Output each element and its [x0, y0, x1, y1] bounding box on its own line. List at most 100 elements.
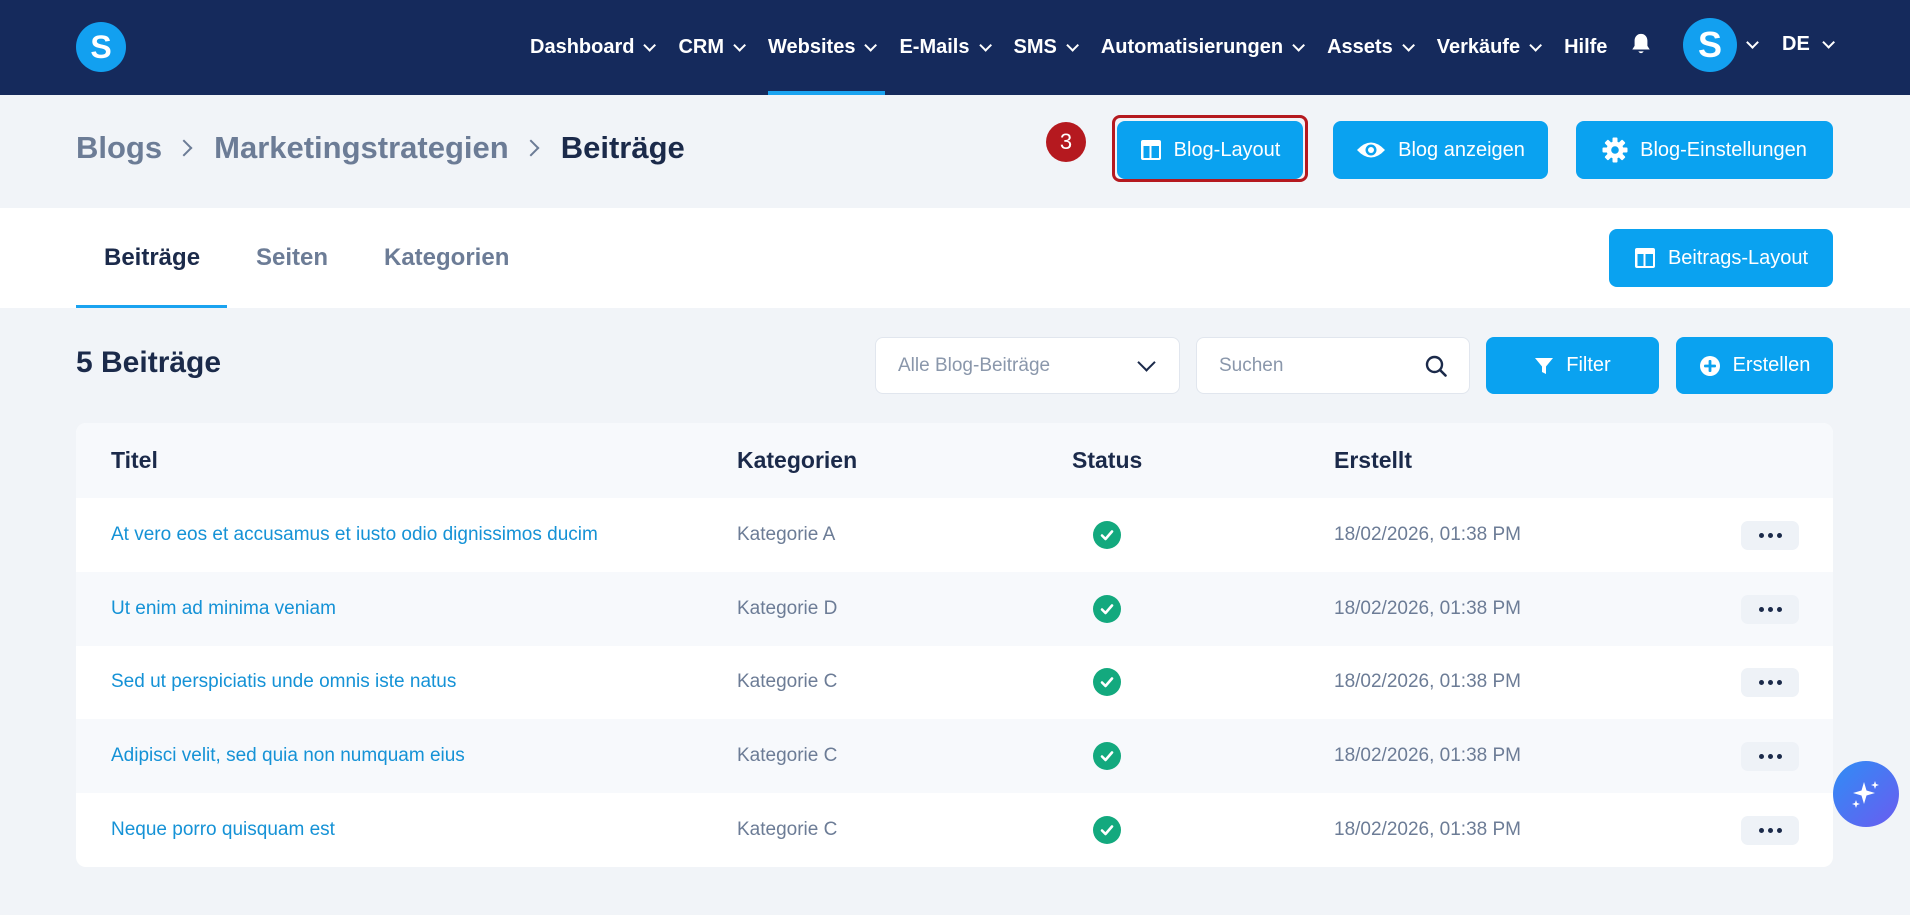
more-horizontal-icon	[1758, 680, 1764, 685]
chevron-down-icon	[1066, 39, 1079, 52]
nav-item-label: Assets	[1327, 36, 1393, 58]
table-row: Adipisci velit, sed quia non numquam eiu…	[76, 719, 1833, 793]
post-category: Kategorie C	[737, 671, 838, 692]
more-horizontal-icon	[1758, 754, 1764, 759]
chevron-down-icon	[1137, 353, 1156, 372]
table-header: Titel Kategorien Status Erstellt	[76, 423, 1833, 498]
nav-item-label: SMS	[1013, 36, 1057, 58]
search-icon[interactable]	[1425, 355, 1447, 377]
post-title-link[interactable]: Adipisci velit, sed quia non numquam eiu…	[111, 719, 465, 793]
chevron-down-icon	[643, 39, 657, 52]
nav-item-label: Hilfe	[1564, 36, 1608, 58]
post-filter-select[interactable]: Alle Blog-Beiträge	[875, 337, 1180, 394]
chevron-down-icon	[978, 39, 992, 52]
more-horizontal-icon	[1758, 828, 1764, 833]
content-tabs: Beiträge Seiten Kategorien Beitrags-Layo…	[0, 208, 1910, 308]
nav-item-label: Verkäufe	[1436, 36, 1521, 58]
language-switcher[interactable]: DE	[1782, 33, 1835, 56]
row-actions-button[interactable]	[1741, 595, 1799, 624]
check-circle-icon	[1093, 742, 1121, 770]
table-row: Sed ut perspiciatis unde omnis iste natu…	[76, 645, 1833, 719]
nav-item-websites[interactable]: Websites	[768, 0, 886, 95]
table-row: At vero eos et accusamus et iusto odio d…	[76, 498, 1833, 572]
nav-item-emails[interactable]: E-Mails	[899, 0, 992, 95]
gear-icon	[1602, 137, 1628, 163]
breadcrumb: Blogs Marketingstrategien Beiträge	[76, 130, 685, 166]
search-field[interactable]	[1196, 337, 1470, 394]
post-created-date: 18/02/2026, 01:38 PM	[1334, 671, 1521, 692]
nav-item-sales[interactable]: Verkäufe	[1436, 0, 1543, 95]
more-horizontal-icon	[1758, 533, 1764, 538]
nav-item-label: CRM	[678, 36, 725, 58]
blog-settings-button[interactable]: Blog-Einstellungen	[1576, 121, 1833, 179]
nav-item-label: Automatisierungen	[1100, 36, 1284, 58]
layout-icon	[1634, 247, 1656, 269]
post-filter-value: Alle Blog-Beiträge	[898, 354, 1051, 376]
top-navigation: S Dashboard CRM Websites E-Mails SMS Aut…	[0, 0, 1910, 95]
row-actions-button[interactable]	[1741, 742, 1799, 771]
chevron-down-icon[interactable]	[1746, 36, 1759, 49]
tab-pages[interactable]: Seiten	[256, 208, 328, 308]
post-created-date: 18/02/2026, 01:38 PM	[1334, 819, 1521, 840]
post-category: Kategorie C	[737, 745, 838, 766]
chevron-right-icon	[175, 139, 193, 157]
check-circle-icon	[1093, 521, 1121, 549]
user-avatar[interactable]: S	[1683, 18, 1737, 72]
breadcrumb-item-blogs[interactable]: Blogs	[76, 130, 162, 166]
post-category: Kategorie A	[737, 524, 836, 545]
layout-icon	[1140, 139, 1162, 161]
nav-item-automations[interactable]: Automatisierungen	[1100, 0, 1306, 95]
nav-item-label: E-Mails	[899, 36, 970, 58]
post-title-link[interactable]: At vero eos et accusamus et iusto odio d…	[111, 498, 598, 572]
table-row: Neque porro quisquam est Kategorie C 18/…	[76, 793, 1833, 867]
bell-icon[interactable]	[1630, 32, 1652, 56]
filter-label: Filter	[1566, 354, 1611, 376]
plus-circle-icon	[1699, 355, 1721, 377]
nav-item-dashboard[interactable]: Dashboard	[530, 0, 657, 95]
row-actions-button[interactable]	[1741, 668, 1799, 697]
blog-layout-button[interactable]: Blog-Layout	[1117, 121, 1303, 179]
chevron-down-icon	[1401, 39, 1415, 52]
step-marker: 3	[1046, 122, 1086, 162]
search-input[interactable]	[1219, 338, 1419, 393]
post-created-date: 18/02/2026, 01:38 PM	[1334, 745, 1521, 766]
nav-item-sms[interactable]: SMS	[1013, 0, 1079, 95]
tab-posts[interactable]: Beiträge	[75, 208, 228, 308]
breadcrumb-item-blog[interactable]: Marketingstrategien	[214, 130, 509, 166]
post-title-link[interactable]: Ut enim ad minima veniam	[111, 572, 336, 646]
nav-item-crm[interactable]: CRM	[678, 0, 747, 95]
posts-count-title: 5 Beiträge	[76, 346, 222, 379]
check-circle-icon	[1093, 816, 1121, 844]
view-blog-label: Blog anzeigen	[1398, 138, 1525, 161]
row-actions-button[interactable]	[1741, 816, 1799, 845]
posts-table: Titel Kategorien Status Erstellt At vero…	[76, 423, 1833, 867]
nav-item-assets[interactable]: Assets	[1327, 0, 1415, 95]
post-layout-button[interactable]: Beitrags-Layout	[1609, 229, 1833, 287]
create-button[interactable]: Erstellen	[1676, 337, 1833, 394]
table-row: Ut enim ad minima veniam Kategorie D 18/…	[76, 572, 1833, 646]
row-actions-button[interactable]	[1741, 521, 1799, 550]
ai-assistant-button[interactable]	[1833, 761, 1899, 827]
column-header-created: Erstellt	[1334, 447, 1412, 473]
post-layout-label: Beitrags-Layout	[1667, 246, 1809, 269]
tab-categories[interactable]: Kategorien	[384, 208, 509, 308]
check-circle-icon	[1093, 595, 1121, 623]
main-menu: Dashboard CRM Websites E-Mails SMS Autom…	[530, 0, 1633, 95]
column-header-categories: Kategorien	[737, 447, 858, 473]
chevron-down-icon	[733, 39, 747, 52]
post-title-link[interactable]: Neque porro quisquam est	[111, 793, 335, 867]
brand-logo[interactable]: S	[76, 22, 126, 72]
nav-item-help[interactable]: Hilfe	[1564, 0, 1607, 95]
nav-item-label: Dashboard	[530, 36, 635, 58]
breadcrumb-item-current: Beiträge	[560, 130, 685, 165]
post-created-date: 18/02/2026, 01:38 PM	[1334, 598, 1521, 619]
post-title-link[interactable]: Sed ut perspiciatis unde omnis iste natu…	[111, 645, 456, 719]
check-circle-icon	[1093, 668, 1121, 696]
eye-icon	[1356, 139, 1386, 161]
chevron-down-icon	[864, 39, 878, 52]
filter-button[interactable]: Filter	[1486, 337, 1659, 394]
view-blog-button[interactable]: Blog anzeigen	[1333, 121, 1548, 179]
filter-icon	[1534, 356, 1554, 376]
column-header-status: Status	[1072, 447, 1143, 473]
blog-settings-label: Blog-Einstellungen	[1640, 138, 1807, 161]
